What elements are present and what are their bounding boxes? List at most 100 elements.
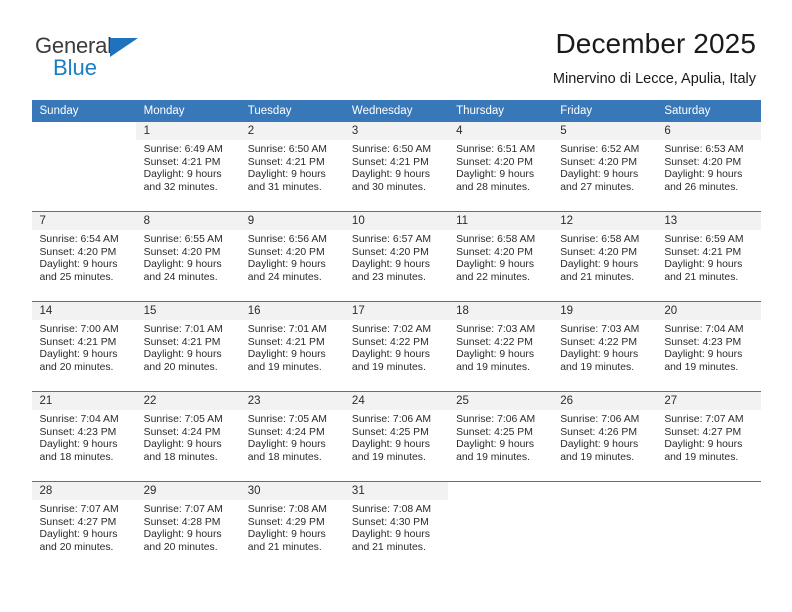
calendar-day-cell[interactable]: 28 Sunrise: 7:07 AM Sunset: 4:27 PM Dayli… [31,481,136,571]
weekday-header-sunday: Sunday [31,100,136,122]
day-number: 10 [343,212,449,230]
calendar-day-cell[interactable]: 6 Sunrise: 6:53 AM Sunset: 4:20 PM Daylig… [656,122,761,212]
day-number: 29 [135,482,240,500]
day-number: 5 [552,122,657,140]
calendar-day-cell[interactable]: 19 Sunrise: 7:03 AM Sunset: 4:22 PM Dayli… [552,301,657,392]
calendar-day-cell[interactable]: 24 Sunrise: 7:06 AM Sunset: 4:25 PM Dayli… [343,391,449,482]
calendar-day-cell[interactable]: 30 Sunrise: 7:08 AM Sunset: 4:29 PM Dayli… [239,481,344,571]
day-number [656,482,761,500]
calendar-day-cell[interactable]: 3 Sunrise: 6:50 AM Sunset: 4:21 PM Daylig… [343,122,449,212]
day-number: 6 [656,122,761,140]
calendar-day-cell[interactable]: 16 Sunrise: 7:01 AM Sunset: 4:21 PM Dayli… [239,301,344,392]
day-number: 30 [239,482,344,500]
day-details: Sunrise: 6:50 AM Sunset: 4:21 PM Dayligh… [351,144,432,193]
calendar-day-cell[interactable]: 31 Sunrise: 7:08 AM Sunset: 4:30 PM Dayli… [343,481,449,571]
weekday-header-wednesday: Wednesday [343,100,449,122]
day-number: 12 [552,212,657,230]
day-number: 17 [343,302,449,320]
day-details: Sunrise: 6:49 AM Sunset: 4:21 PM Dayligh… [143,144,223,193]
day-number: 1 [135,122,240,140]
brand-name-blue: Blue [53,55,98,80]
day-details: Sunrise: 6:58 AM Sunset: 4:20 PM Dayligh… [456,234,536,283]
calendar-day-cell[interactable]: 17 Sunrise: 7:02 AM Sunset: 4:22 PM Dayli… [343,301,449,392]
day-details: Sunrise: 7:07 AM Sunset: 4:28 PM Dayligh… [143,504,223,553]
blue-triangle-icon [110,38,138,57]
calendar-day-cell[interactable]: 20 Sunrise: 7:04 AM Sunset: 4:23 PM Dayli… [656,301,761,392]
calendar-day-cell[interactable]: 22 Sunrise: 7:05 AM Sunset: 4:24 PM Dayli… [135,391,240,482]
calendar-day-cell[interactable]: 15 Sunrise: 7:01 AM Sunset: 4:21 PM Dayli… [135,301,240,392]
day-details: Sunrise: 7:01 AM Sunset: 4:21 PM Dayligh… [247,324,327,373]
day-number: 27 [656,392,761,410]
calendar-day-cell[interactable]: 29 Sunrise: 7:07 AM Sunset: 4:28 PM Dayli… [135,481,240,571]
day-details: Sunrise: 6:51 AM Sunset: 4:20 PM Dayligh… [456,144,536,193]
calendar-week-row: 21 Sunrise: 7:04 AM Sunset: 4:23 PM Dayli… [31,391,761,482]
calendar-day-cell[interactable]: 25 Sunrise: 7:06 AM Sunset: 4:25 PM Dayli… [448,391,553,482]
day-details: Sunrise: 6:58 AM Sunset: 4:20 PM Dayligh… [560,234,640,283]
day-number: 26 [552,392,657,410]
day-details: Sunrise: 7:06 AM Sunset: 4:26 PM Dayligh… [560,414,640,463]
day-details: Sunrise: 6:56 AM Sunset: 4:20 PM Dayligh… [247,234,327,283]
day-details: Sunrise: 7:08 AM Sunset: 4:29 PM Dayligh… [247,504,327,553]
day-details [656,500,760,504]
day-details: Sunrise: 7:06 AM Sunset: 4:25 PM Dayligh… [351,414,432,463]
calendar-week-row: 14 Sunrise: 7:00 AM Sunset: 4:21 PM Dayli… [31,301,761,392]
calendar-week-row: 7 Sunrise: 6:54 AM Sunset: 4:20 PM Daylig… [31,211,761,302]
day-number: 21 [31,392,136,410]
calendar-day-cell[interactable] [31,122,136,212]
calendar-day-cell[interactable]: 10 Sunrise: 6:57 AM Sunset: 4:20 PM Dayli… [343,211,449,302]
day-details: Sunrise: 6:55 AM Sunset: 4:20 PM Dayligh… [143,234,223,283]
calendar-day-cell[interactable]: 1 Sunrise: 6:49 AM Sunset: 4:21 PM Daylig… [135,122,240,212]
day-details: Sunrise: 6:53 AM Sunset: 4:20 PM Dayligh… [664,144,744,193]
calendar-day-cell[interactable]: 7 Sunrise: 6:54 AM Sunset: 4:20 PM Daylig… [31,211,136,302]
day-details: Sunrise: 7:00 AM Sunset: 4:21 PM Dayligh… [39,324,119,373]
calendar-day-cell[interactable]: 27 Sunrise: 7:07 AM Sunset: 4:27 PM Dayli… [656,391,761,482]
day-number: 24 [343,392,449,410]
calendar-day-cell[interactable]: 8 Sunrise: 6:55 AM Sunset: 4:20 PM Daylig… [135,211,240,302]
calendar-day-cell[interactable] [448,481,553,571]
day-details: Sunrise: 6:57 AM Sunset: 4:20 PM Dayligh… [351,234,432,283]
calendar-body: 1 Sunrise: 6:49 AM Sunset: 4:21 PM Daylig… [31,122,761,571]
calendar-day-cell[interactable]: 9 Sunrise: 6:56 AM Sunset: 4:20 PM Daylig… [239,211,344,302]
day-details: Sunrise: 7:03 AM Sunset: 4:22 PM Dayligh… [560,324,640,373]
weekday-header-monday: Monday [135,100,240,122]
calendar-day-cell[interactable]: 5 Sunrise: 6:52 AM Sunset: 4:20 PM Daylig… [552,122,657,212]
day-details: Sunrise: 6:52 AM Sunset: 4:20 PM Dayligh… [560,144,640,193]
day-number: 11 [448,212,553,230]
day-number: 13 [656,212,761,230]
day-number: 4 [448,122,553,140]
calendar-day-cell[interactable]: 26 Sunrise: 7:06 AM Sunset: 4:26 PM Dayli… [552,391,657,482]
weekday-header-thursday: Thursday [448,100,553,122]
day-number: 22 [135,392,240,410]
day-number: 31 [343,482,449,500]
calendar-day-cell[interactable]: 12 Sunrise: 6:58 AM Sunset: 4:20 PM Dayli… [552,211,657,302]
day-number: 9 [239,212,344,230]
day-number: 2 [239,122,344,140]
calendar-week-row: 1 Sunrise: 6:49 AM Sunset: 4:21 PM Daylig… [31,122,761,212]
calendar-day-cell[interactable] [656,481,761,571]
day-details [552,500,656,504]
day-number [448,482,553,500]
page-title: December 2025 [555,28,756,59]
day-details: Sunrise: 6:50 AM Sunset: 4:21 PM Dayligh… [247,144,327,193]
calendar-week-row: 28 Sunrise: 7:07 AM Sunset: 4:27 PM Dayli… [31,481,761,571]
calendar-day-cell[interactable]: 2 Sunrise: 6:50 AM Sunset: 4:21 PM Daylig… [239,122,344,212]
day-number: 25 [448,392,553,410]
calendar-day-cell[interactable] [552,481,657,571]
calendar-header: Sunday Monday Tuesday Wednesday Thursday… [31,100,761,122]
calendar-day-cell[interactable]: 18 Sunrise: 7:03 AM Sunset: 4:22 PM Dayli… [448,301,553,392]
day-number: 28 [31,482,136,500]
calendar-day-cell[interactable]: 21 Sunrise: 7:04 AM Sunset: 4:23 PM Dayli… [31,391,136,482]
brand-name-general: General [35,33,112,58]
calendar-day-cell[interactable]: 23 Sunrise: 7:05 AM Sunset: 4:24 PM Dayli… [239,391,344,482]
day-details: Sunrise: 7:04 AM Sunset: 4:23 PM Dayligh… [39,414,119,463]
calendar-day-cell[interactable]: 4 Sunrise: 6:51 AM Sunset: 4:20 PM Daylig… [448,122,553,212]
calendar-day-cell[interactable]: 11 Sunrise: 6:58 AM Sunset: 4:20 PM Dayli… [448,211,553,302]
brand-logo[interactable]: General Blue [35,27,155,80]
day-number: 16 [239,302,344,320]
calendar-day-cell[interactable]: 13 Sunrise: 6:59 AM Sunset: 4:21 PM Dayli… [656,211,761,302]
weekday-header-friday: Friday [552,100,657,122]
title-block: December 2025 Minervino di Lecce, Apulia… [553,27,757,89]
page-header: General Blue December 2025 Minervino di … [0,0,792,100]
day-number [31,122,136,140]
calendar-day-cell[interactable]: 14 Sunrise: 7:00 AM Sunset: 4:21 PM Dayli… [31,301,136,392]
